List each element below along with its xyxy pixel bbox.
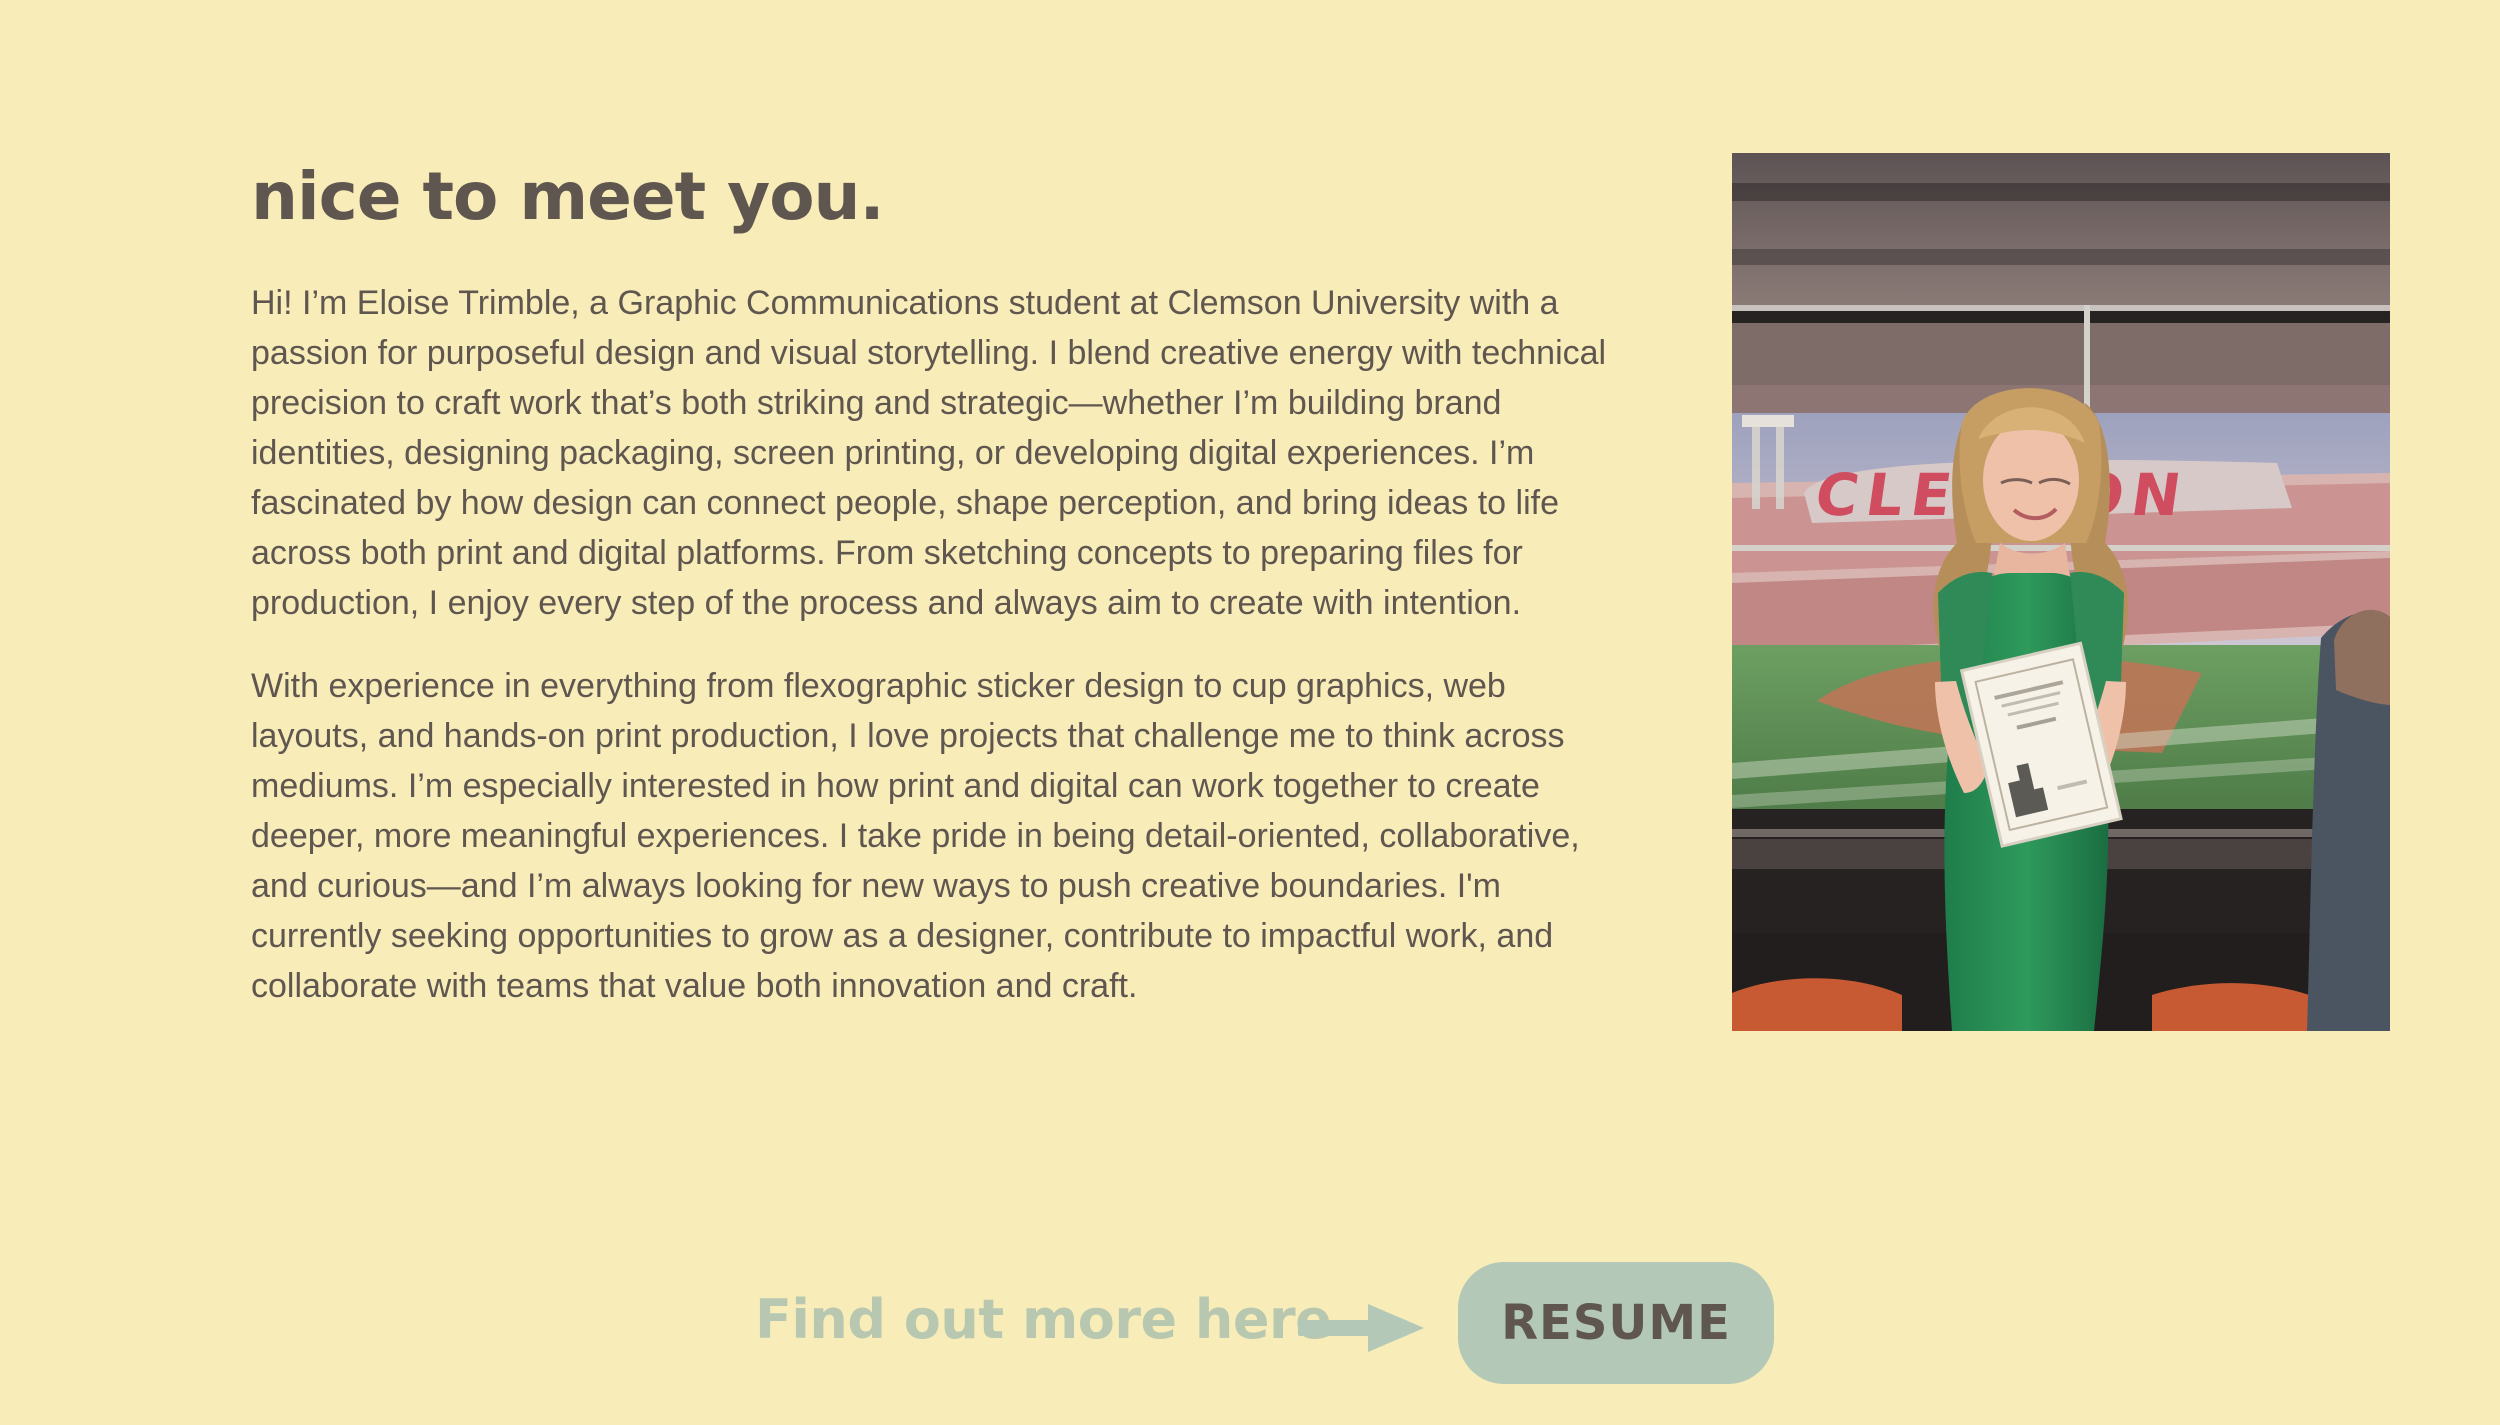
arrow-right-icon <box>1298 1304 1424 1352</box>
cta-row: Find out more here RESUME <box>0 1260 2500 1385</box>
about-section: nice to meet you. Hi! I’m Eloise Trimble… <box>0 0 2500 1425</box>
about-text: nice to meet you. Hi! I’m Eloise Trimble… <box>251 152 1611 1011</box>
bio-paragraph-experience: With experience in everything from flexo… <box>251 667 1580 1005</box>
bio-paragraph-intro: Hi! I’m Eloise Trimble, a Graphic Commun… <box>251 284 1607 622</box>
stadium-portrait-illustration: CLEMSON <box>1732 153 2390 1031</box>
portrait-photo: CLEMSON <box>1732 153 2390 1031</box>
page-title: nice to meet you. <box>251 158 885 235</box>
cta-prompt: Find out more here <box>755 1288 1332 1351</box>
resume-button[interactable]: RESUME <box>1458 1262 1774 1384</box>
